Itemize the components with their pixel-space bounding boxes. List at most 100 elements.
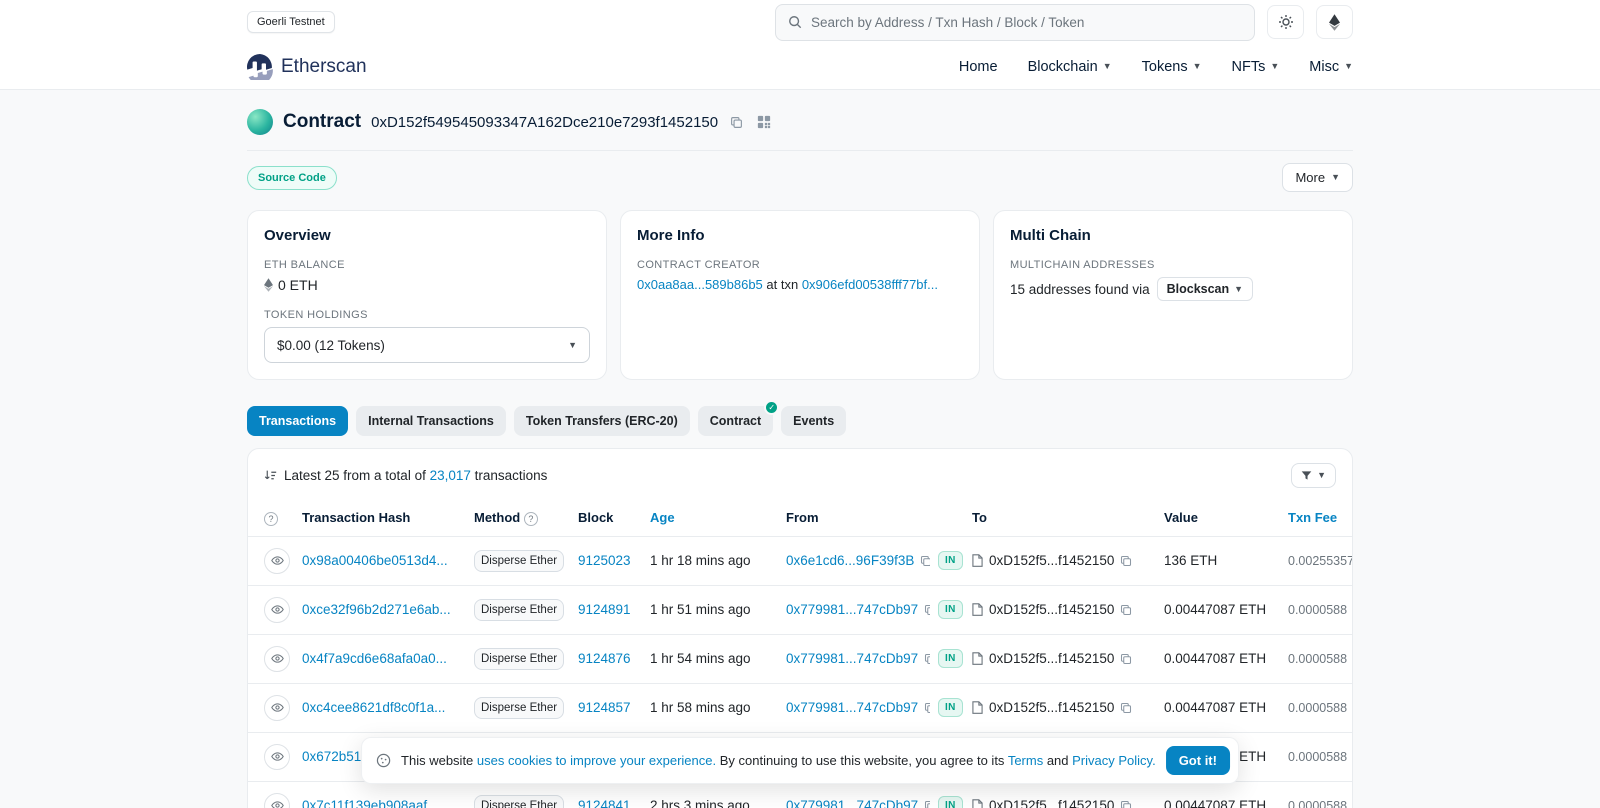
eth-glyph-icon [264, 278, 273, 292]
method-badge: Disperse Ether [474, 549, 565, 572]
help-icon[interactable]: ? [264, 511, 278, 526]
nav-menu: Home Blockchain ▼ Tokens ▼ NFTs ▼ Misc ▼ [959, 59, 1353, 75]
direction-badge: IN [938, 698, 963, 718]
txn-hash-link[interactable]: 0xc4cee8621df8c0f1a... [302, 700, 445, 715]
to-address[interactable]: 0xD152f5...f1452150 [989, 553, 1114, 568]
block-link[interactable]: 9124841 [578, 798, 631, 808]
help-icon[interactable]: ? [523, 511, 538, 526]
contract-file-icon [972, 603, 983, 616]
from-address-link[interactable]: 0x779981...747cDb97 [786, 700, 918, 715]
direction-badge: IN [938, 796, 963, 808]
chevron-down-icon: ▼ [1331, 172, 1340, 182]
to-address[interactable]: 0xD152f5...f1452150 [989, 602, 1114, 617]
sun-icon [1278, 14, 1294, 30]
block-link[interactable]: 9124891 [578, 602, 631, 617]
qr-code-button[interactable] [755, 113, 773, 131]
copy-icon [924, 702, 930, 714]
block-link[interactable]: 9124857 [578, 700, 631, 715]
tab-events[interactable]: Events [781, 406, 847, 436]
tab-internal-transactions[interactable]: Internal Transactions [356, 406, 506, 436]
total-transactions-link[interactable]: 23,017 [430, 468, 471, 483]
nav-item-tokens[interactable]: Tokens ▼ [1142, 59, 1202, 75]
txn-hash-link[interactable]: 0x4f7a9cd6e68afa0a0... [302, 651, 447, 666]
block-link[interactable]: 9125023 [578, 553, 631, 568]
creation-txn-link[interactable]: 0x906efd00538fff77bf... [802, 277, 938, 292]
qr-code-icon [757, 115, 771, 129]
from-address-link[interactable]: 0x779981...747cDb97 [786, 651, 918, 666]
direction-badge: IN [938, 600, 963, 620]
network-badge[interactable]: Goerli Testnet [247, 11, 335, 33]
col-value: Value [1156, 500, 1280, 537]
txn-preview-button[interactable] [264, 547, 290, 574]
copy-from-button[interactable] [924, 702, 930, 714]
sort-icon[interactable] [264, 469, 277, 482]
chevron-down-icon: ▼ [1192, 61, 1202, 71]
copy-from-button[interactable] [924, 800, 930, 808]
nav-item-nfts[interactable]: NFTs ▼ [1232, 59, 1280, 75]
copy-from-button[interactable] [924, 604, 930, 616]
search-input[interactable] [811, 14, 1242, 30]
to-address[interactable]: 0xD152f5...f1452150 [989, 700, 1114, 715]
method-badge: Disperse Ether [474, 647, 565, 670]
age-text: 1 hr 58 mins ago [650, 700, 751, 716]
tab-label: Events [793, 414, 835, 428]
tab-transactions[interactable]: Transactions [247, 406, 349, 436]
copy-from-button[interactable] [920, 555, 930, 567]
copy-from-button[interactable] [924, 653, 930, 665]
cookie-accept-button[interactable]: Got it! [1165, 746, 1230, 775]
to-address[interactable]: 0xD152f5...f1452150 [989, 651, 1114, 666]
txn-fee: 0.00255357 [1288, 553, 1352, 568]
terms-link[interactable]: Terms [1008, 753, 1043, 768]
copy-address-button[interactable] [728, 114, 745, 131]
cookie-link-experience[interactable]: uses cookies to improve your experience. [477, 753, 716, 768]
txn-preview-button[interactable] [264, 792, 290, 808]
txn-fee: 0.0000588 [1288, 798, 1348, 808]
col-txn-fee[interactable]: Txn Fee [1280, 500, 1352, 537]
info-cards: Overview ETH BALANCE 0 ETH TOKEN HOLDING… [247, 210, 1353, 380]
copy-to-button[interactable] [1120, 702, 1132, 714]
contract-file-icon [972, 701, 983, 714]
nav-item-home[interactable]: Home [959, 59, 998, 75]
token-holdings-dropdown[interactable]: $0.00 (12 Tokens) ▼ [264, 327, 590, 363]
txn-preview-button[interactable] [264, 645, 290, 672]
privacy-policy-link[interactable]: Privacy Policy. [1072, 753, 1156, 768]
blockscan-dropdown[interactable]: Blockscan ▼ [1156, 277, 1254, 301]
tab-token-transfers-erc-20-[interactable]: Token Transfers (ERC-20) [513, 406, 690, 436]
txn-hash-link[interactable]: 0xce32f96b2d271e6ab... [302, 602, 451, 617]
more-button-label: More [1295, 170, 1326, 185]
from-address-link[interactable]: 0x779981...747cDb97 [786, 602, 918, 617]
txn-hash-link[interactable]: 0x7c11f139eb908aaf... [302, 798, 438, 808]
copy-to-button[interactable] [1120, 604, 1132, 616]
creator-address-link[interactable]: 0x0aa8aa...589b86b5 [637, 277, 763, 292]
copy-to-button[interactable] [1120, 653, 1132, 665]
to-address[interactable]: 0xD152f5...f1452150 [989, 798, 1114, 808]
more-info-card: More Info CONTRACT CREATOR 0x0aa8aa...58… [620, 210, 980, 380]
block-link[interactable]: 9124876 [578, 651, 631, 666]
cookie-text: and [1043, 753, 1073, 768]
copy-icon [1120, 800, 1132, 808]
txn-preview-button[interactable] [264, 596, 290, 623]
nav-item-misc[interactable]: Misc ▼ [1309, 59, 1353, 75]
copy-to-button[interactable] [1120, 800, 1132, 808]
gas-tracker-button[interactable] [1316, 5, 1353, 39]
search-bar[interactable] [775, 3, 1255, 41]
txn-preview-button[interactable] [264, 743, 290, 770]
txn-fee: 0.0000588 [1288, 651, 1348, 666]
col-age[interactable]: Age [642, 500, 778, 537]
eye-icon [270, 799, 284, 808]
copy-to-button[interactable] [1120, 555, 1132, 567]
theme-toggle-button[interactable] [1267, 5, 1304, 39]
more-button[interactable]: More ▼ [1282, 163, 1353, 192]
txn-preview-button[interactable] [264, 694, 290, 721]
tab-contract[interactable]: Contract ✓ [697, 400, 780, 436]
tab-label: Transactions [259, 414, 337, 428]
txn-hash-link[interactable]: 0x98a00406be0513d4... [302, 553, 448, 568]
from-address-link[interactable]: 0x6e1cd6...96F39f3B [786, 553, 914, 568]
transaction-row: 0x98a00406be0513d4... Disperse Ether 912… [248, 536, 1352, 586]
col-to: To [964, 500, 1156, 537]
etherscan-logo[interactable]: Etherscan [247, 53, 367, 80]
nav-item-blockchain[interactable]: Blockchain ▼ [1028, 59, 1112, 75]
from-address-link[interactable]: 0x779981...747cDb97 [786, 798, 918, 808]
filter-button[interactable]: ▼ [1291, 463, 1336, 488]
source-code-badge[interactable]: Source Code [247, 165, 337, 190]
